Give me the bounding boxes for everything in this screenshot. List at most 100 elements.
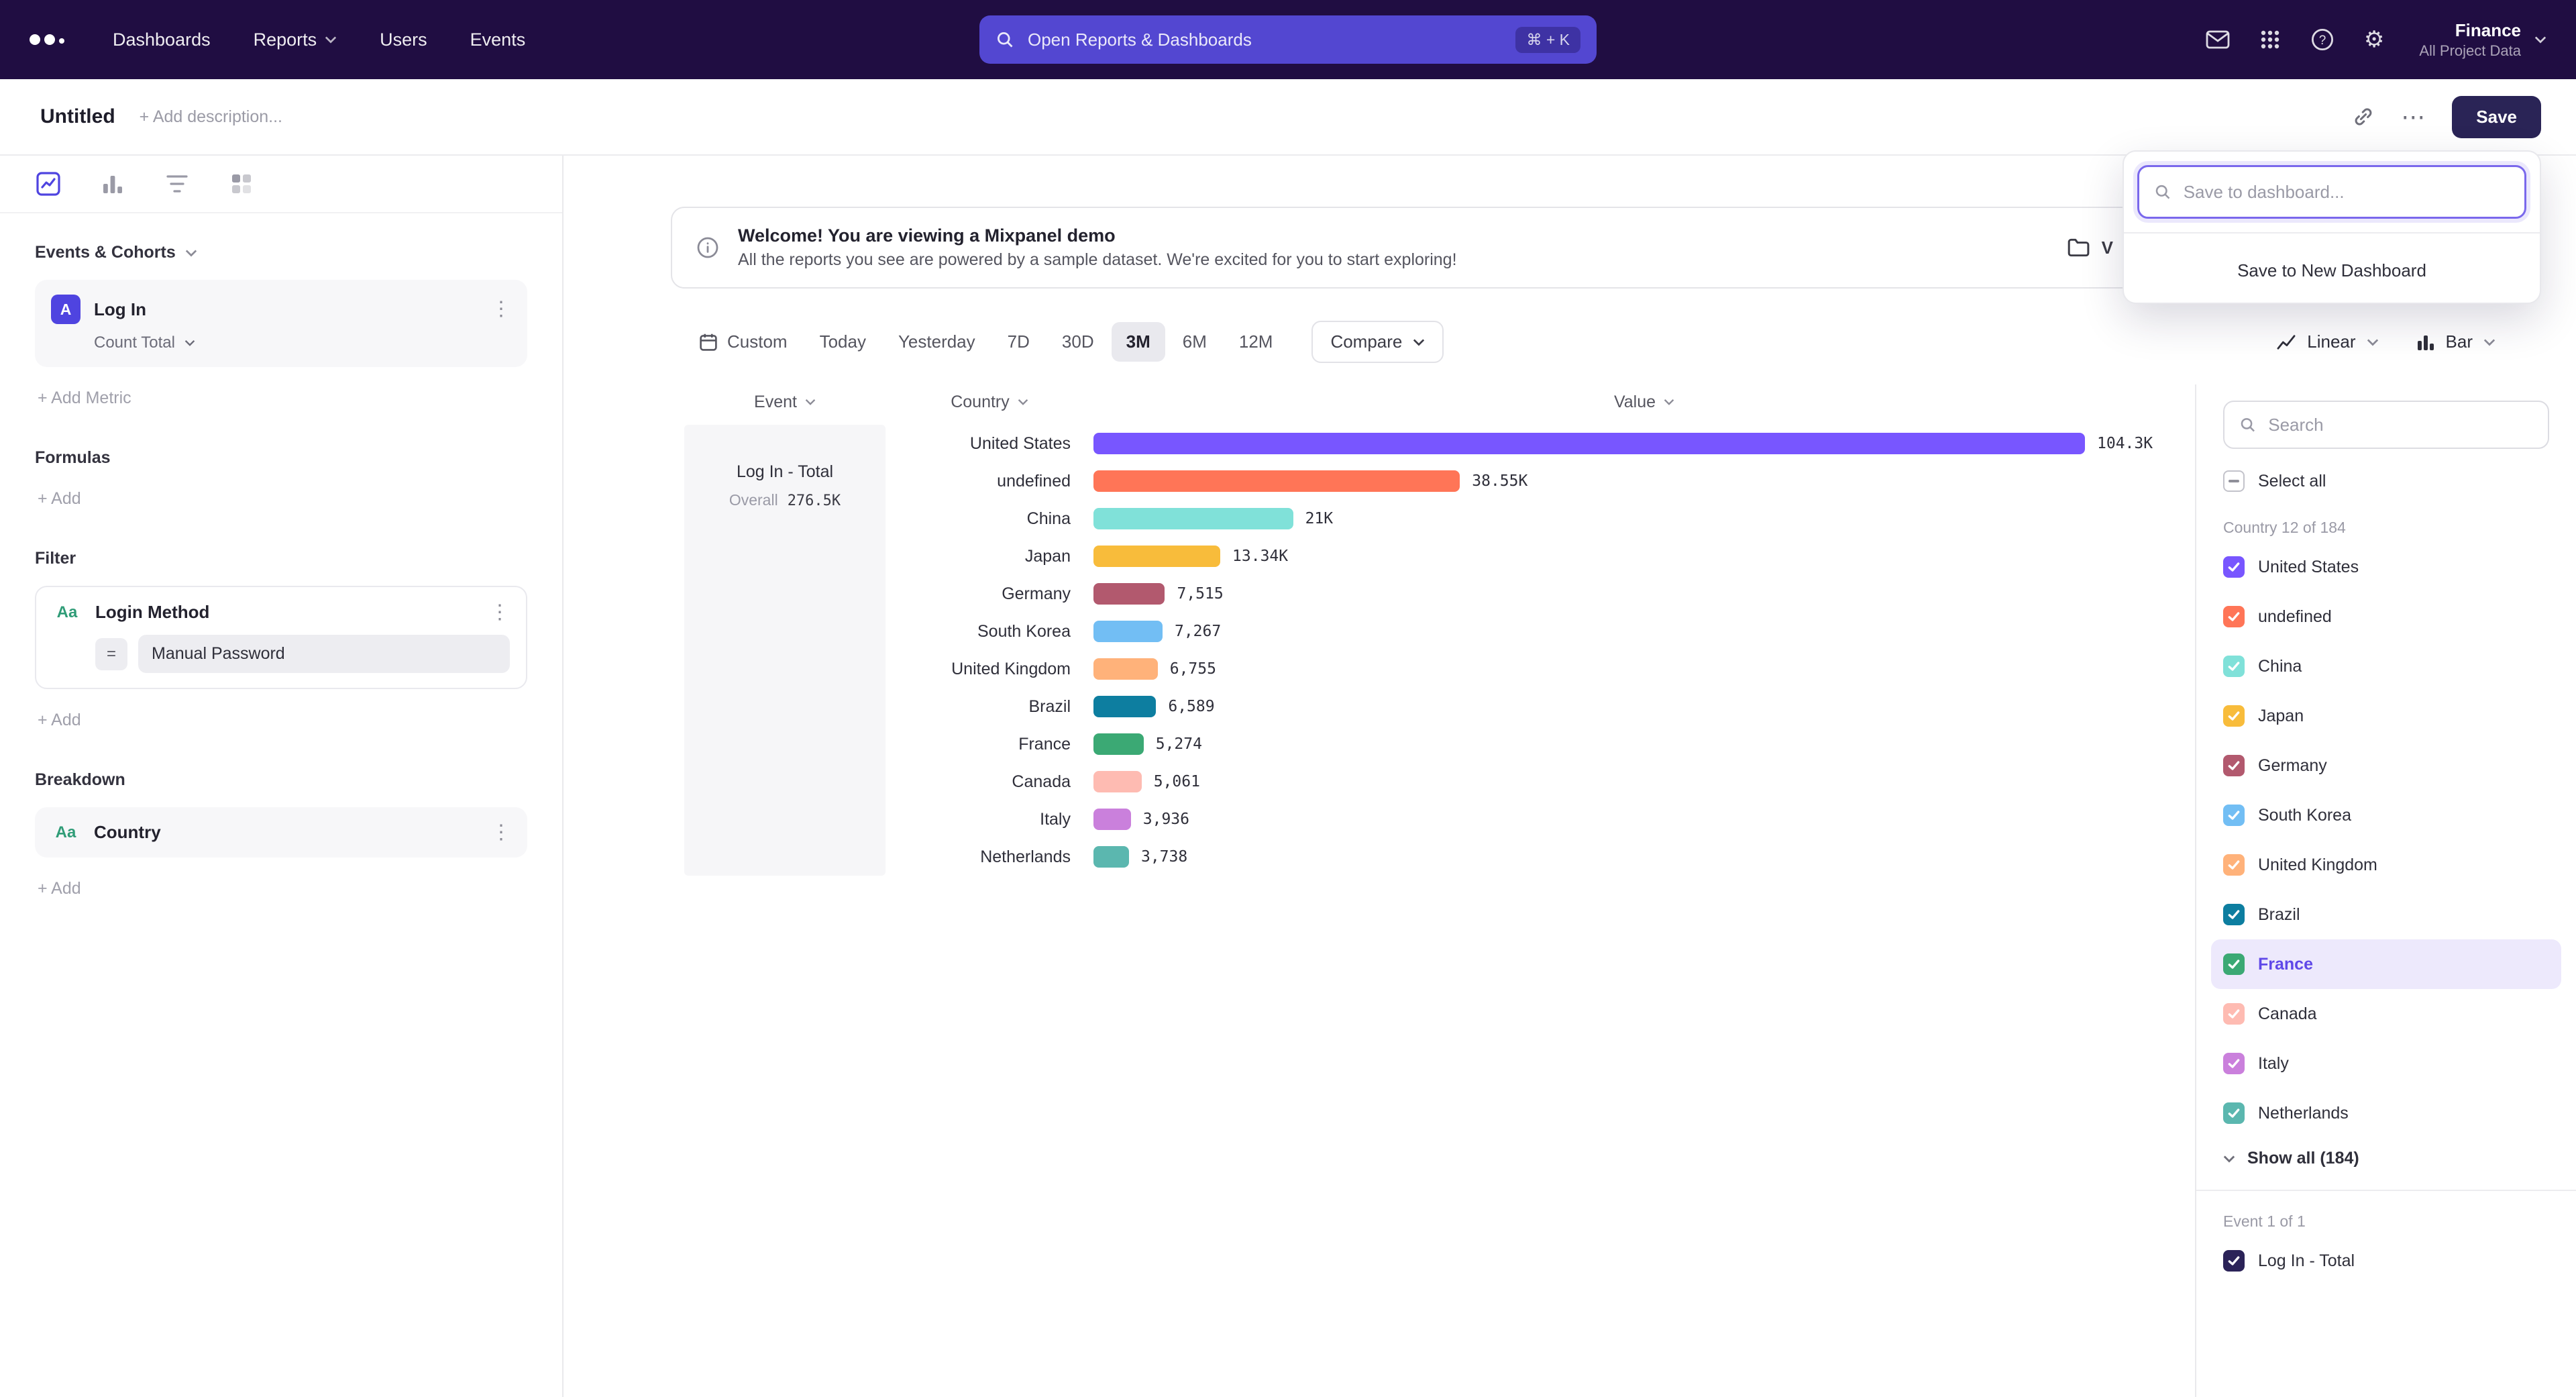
bar[interactable] [1093, 546, 1220, 567]
legend-item[interactable]: Italy [2211, 1039, 2561, 1088]
tab-insights[interactable] [35, 170, 62, 197]
bar[interactable] [1093, 696, 1156, 717]
dashboard-search-input[interactable] [2184, 182, 2510, 203]
range-button-6m[interactable]: 6M [1168, 322, 1222, 362]
range-button-7d[interactable]: 7D [993, 322, 1044, 362]
checkbox[interactable] [2223, 1003, 2245, 1025]
breakdown-menu-icon[interactable]: ⋮ [491, 823, 511, 843]
checkbox[interactable] [2223, 1102, 2245, 1124]
select-all-row[interactable]: Select all [2223, 470, 2549, 492]
legend-search-input[interactable] [2268, 415, 2533, 435]
column-header-event[interactable]: Event [684, 393, 885, 412]
bar[interactable] [1093, 508, 1293, 529]
filter-operator[interactable]: = [95, 638, 127, 670]
add-formula-button[interactable]: + Add [38, 489, 527, 509]
bar[interactable] [1093, 658, 1158, 680]
checkbox[interactable] [2223, 656, 2245, 677]
nav-reports[interactable]: Reports [254, 30, 337, 50]
nav-events[interactable]: Events [470, 30, 526, 50]
range-button-12m[interactable]: 12M [1224, 322, 1288, 362]
filter-card[interactable]: Aa Login Method ⋮ = Manual Password [35, 586, 527, 689]
nav-users[interactable]: Users [380, 30, 427, 50]
messages-icon[interactable] [2206, 30, 2230, 49]
checkbox[interactable] [2223, 1053, 2245, 1074]
add-breakdown-button[interactable]: + Add [38, 879, 527, 898]
checkbox[interactable] [2223, 904, 2245, 925]
help-icon[interactable]: ? [2310, 28, 2334, 52]
legend-item[interactable]: Brazil [2211, 890, 2561, 939]
tab-funnels[interactable] [99, 170, 126, 197]
range-button-today[interactable]: Today [805, 322, 881, 362]
copy-link-icon[interactable] [2353, 106, 2374, 127]
filter-menu-icon[interactable]: ⋮ [490, 603, 510, 623]
range-button-3m[interactable]: 3M [1112, 322, 1165, 362]
banner-action-button[interactable]: V [2067, 238, 2113, 258]
checkbox[interactable] [2223, 755, 2245, 776]
filter-property-name[interactable]: Login Method [95, 602, 209, 623]
legend-item[interactable]: Netherlands [2211, 1088, 2561, 1138]
legend-item[interactable]: Germany [2211, 741, 2561, 790]
mixpanel-logo[interactable] [30, 34, 64, 45]
bar[interactable] [1093, 433, 2085, 454]
event-series-cell[interactable]: Log In - Total Overall 276.5K [684, 425, 885, 876]
bar[interactable] [1093, 771, 1142, 792]
checkbox[interactable] [2223, 705, 2245, 727]
bar[interactable] [1093, 470, 1460, 492]
bar[interactable] [1093, 733, 1144, 755]
legend-item[interactable]: China [2211, 641, 2561, 691]
tab-retention[interactable] [228, 170, 255, 197]
legend-item[interactable]: South Korea [2211, 790, 2561, 840]
checkbox[interactable] [2223, 805, 2245, 826]
checkbox[interactable] [2223, 606, 2245, 627]
select-all-checkbox[interactable] [2223, 470, 2245, 492]
bar[interactable] [1093, 621, 1163, 642]
range-button-30d[interactable]: 30D [1047, 322, 1109, 362]
legend-item[interactable]: United States [2211, 542, 2561, 592]
tab-flows[interactable] [164, 170, 191, 197]
add-description-field[interactable]: + Add description... [140, 107, 282, 127]
save-to-new-dashboard-option[interactable]: Save to New Dashboard [2137, 247, 2526, 289]
report-title[interactable]: Untitled [40, 105, 115, 128]
chart-type-selector[interactable]: Bar [2416, 331, 2496, 352]
add-metric-button[interactable]: + Add Metric [38, 389, 527, 408]
dashboard-search-box[interactable] [2137, 165, 2526, 219]
apps-grid-icon[interactable] [2259, 29, 2281, 50]
nav-dashboards-label: Dashboards [113, 30, 211, 50]
filter-value[interactable]: Manual Password [138, 635, 510, 673]
checkbox[interactable] [2223, 556, 2245, 578]
column-header-country[interactable]: Country [885, 393, 1093, 412]
checkbox[interactable] [2223, 953, 2245, 975]
legend-item[interactable]: undefined [2211, 592, 2561, 641]
breakdown-card[interactable]: Aa Country ⋮ [35, 807, 527, 858]
global-search-button[interactable]: Open Reports & Dashboards ⌘ + K [979, 15, 1597, 64]
nav-dashboards[interactable]: Dashboards [113, 30, 211, 50]
legend-search-box[interactable] [2223, 401, 2549, 449]
range-button-custom[interactable]: Custom [684, 322, 802, 362]
range-button-yesterday[interactable]: Yesterday [883, 322, 990, 362]
legend-item[interactable]: Log In - Total [2211, 1236, 2561, 1286]
project-switcher[interactable]: Finance All Project Data [2419, 19, 2546, 60]
checkbox[interactable] [2223, 1250, 2245, 1272]
value-scale-selector[interactable]: Linear [2276, 331, 2378, 352]
save-button[interactable]: Save [2452, 96, 2541, 138]
breakdown-property-name[interactable]: Country [94, 822, 161, 843]
metric-menu-icon[interactable]: ⋮ [491, 299, 511, 319]
column-header-value[interactable]: Value [1093, 393, 2195, 412]
compare-button[interactable]: Compare [1311, 321, 1444, 363]
events-section-title[interactable]: Events & Cohorts [35, 243, 527, 262]
show-all-button[interactable]: Show all (184) [2223, 1149, 2549, 1168]
metric-name[interactable]: Log In [94, 299, 146, 320]
checkbox[interactable] [2223, 854, 2245, 876]
bar[interactable] [1093, 809, 1131, 830]
add-filter-button[interactable]: + Add [38, 711, 527, 730]
settings-gear-icon[interactable]: ⚙ [2364, 28, 2384, 51]
aggregation-selector[interactable]: Count Total [94, 333, 511, 352]
bar[interactable] [1093, 846, 1129, 868]
bar[interactable] [1093, 583, 1165, 605]
legend-item[interactable]: Canada [2211, 989, 2561, 1039]
legend-item[interactable]: Japan [2211, 691, 2561, 741]
metric-card[interactable]: A Log In ⋮ Count Total [35, 280, 527, 367]
legend-item[interactable]: France [2211, 939, 2561, 989]
check-icon [2227, 1007, 2241, 1021]
legend-item[interactable]: United Kingdom [2211, 840, 2561, 890]
